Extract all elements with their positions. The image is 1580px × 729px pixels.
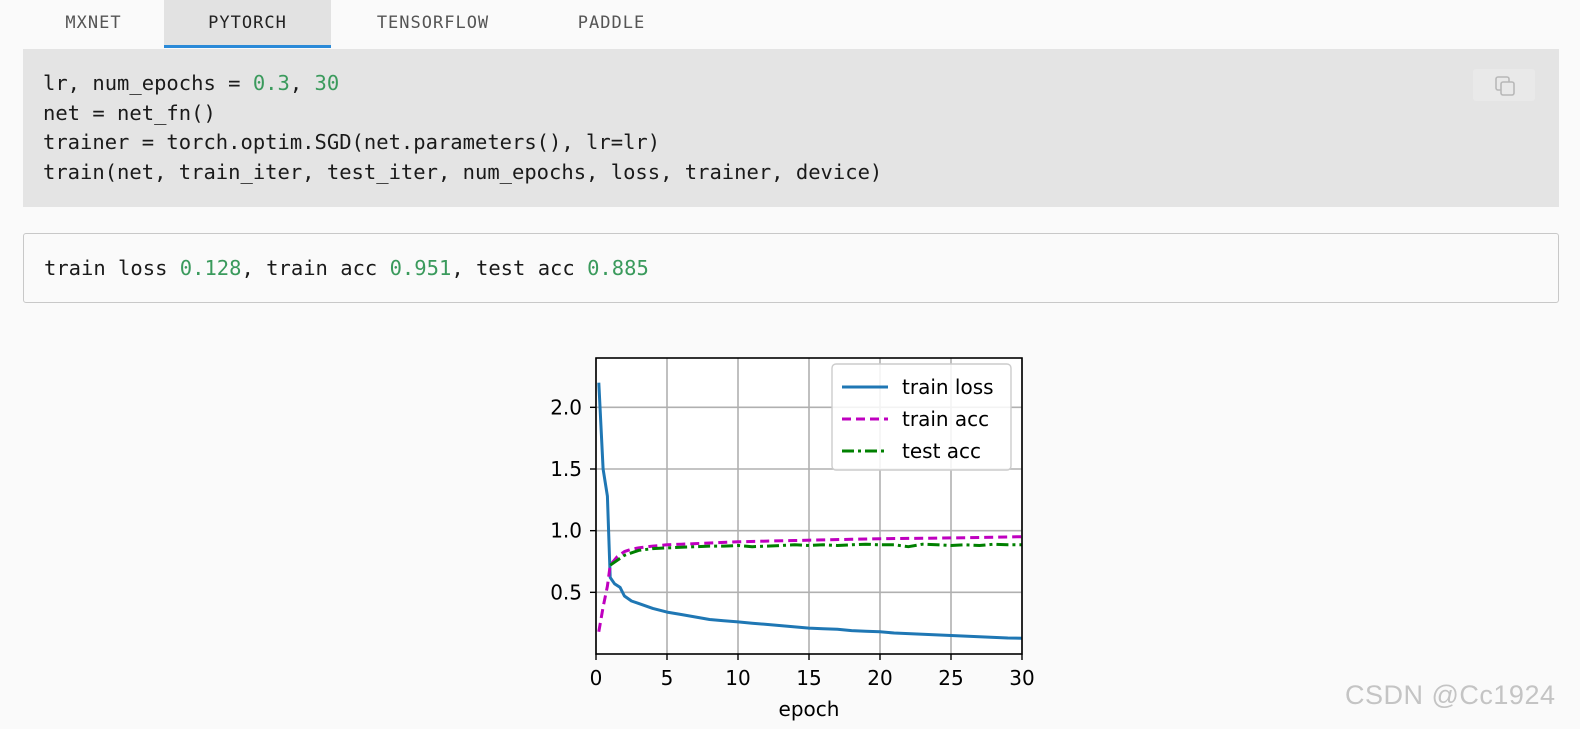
y-tick-label: 0.5	[550, 580, 582, 604]
code-text: lr, num_epochs = 0.3, 30 net = net_fn() …	[43, 69, 882, 187]
code-line-1: lr, num_epochs = 0.3, 30	[43, 71, 340, 95]
tab-paddle[interactable]: PADDLE	[535, 0, 688, 48]
copy-icon	[1495, 76, 1515, 96]
y-tick-label: 1.5	[550, 457, 582, 481]
x-tick-label: 30	[1009, 666, 1034, 690]
output-block: train loss 0.128, train acc 0.951, test …	[23, 233, 1559, 303]
x-tick-label: 15	[796, 666, 821, 690]
train-acc-value: 0.951	[389, 256, 452, 280]
legend-label: train acc	[902, 407, 989, 431]
page: MXNET PYTORCH TENSORFLOW PADDLE lr, num_…	[0, 0, 1580, 729]
legend-label: test acc	[902, 439, 981, 463]
output-text: train loss 0.128, train acc 0.951, test …	[44, 256, 649, 280]
y-tick-label: 1.0	[550, 519, 582, 543]
x-tick-label: 5	[661, 666, 674, 690]
copy-button[interactable]	[1473, 69, 1535, 101]
legend-label: train loss	[902, 375, 994, 399]
code-line-3: trainer = torch.optim.SGD(net.parameters…	[43, 130, 661, 154]
watermark: CSDN @Cc1924	[1345, 680, 1556, 710]
x-tick-label: 25	[938, 666, 963, 690]
x-tick-label: 10	[725, 666, 750, 690]
training-chart: 0 5 10 15 20 25 30 0.5 1.0 1.5 2.0 epoch train loss t…	[550, 357, 1035, 721]
y-tick-label: 2.0	[550, 395, 582, 419]
train-loss-value: 0.128	[179, 256, 242, 280]
code-block: lr, num_epochs = 0.3, 30 net = net_fn() …	[23, 49, 1559, 207]
framework-tabs: MXNET PYTORCH TENSORFLOW PADDLE	[23, 0, 688, 48]
tab-tensorflow[interactable]: TENSORFLOW	[331, 0, 535, 48]
x-axis-label: epoch	[779, 697, 840, 721]
tab-mxnet[interactable]: MXNET	[23, 0, 164, 48]
x-tick-label: 20	[867, 666, 892, 690]
tab-pytorch[interactable]: PYTORCH	[164, 0, 331, 48]
code-line-4: train(net, train_iter, test_iter, num_ep…	[43, 159, 883, 184]
code-line-2: net = net_fn()	[43, 100, 216, 125]
test-acc-value: 0.885	[587, 256, 649, 280]
x-tick-label: 0	[590, 666, 603, 690]
